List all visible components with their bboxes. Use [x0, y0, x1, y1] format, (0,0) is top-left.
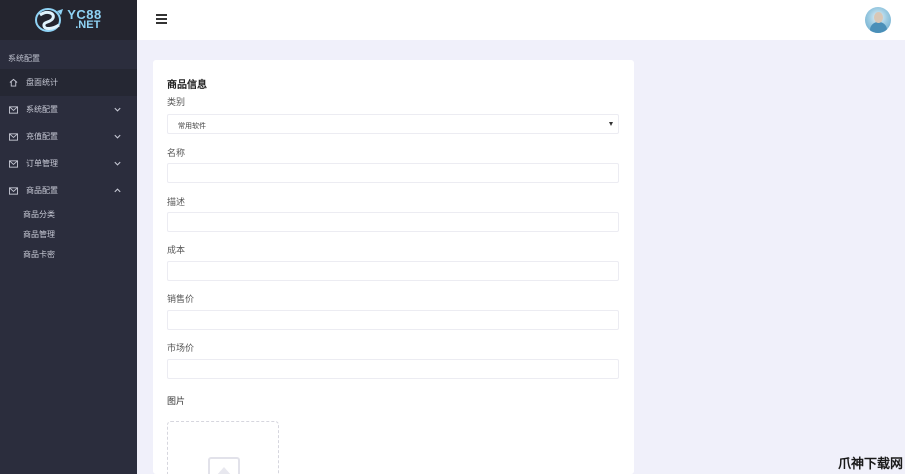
top-bar: [137, 0, 905, 40]
chevron-down-icon: [114, 134, 121, 139]
cost-label: 成本: [167, 246, 186, 256]
mail-icon: [8, 105, 18, 114]
mail-icon: [8, 159, 18, 168]
sidebar-item-order-management[interactable]: 订单管理: [0, 150, 137, 177]
caret-down-icon: [609, 122, 613, 126]
category-select-value: 常用软件: [178, 122, 206, 130]
brand-line2: .NET: [75, 19, 101, 31]
sidebar-item-product-config[interactable]: 商品配置: [0, 177, 137, 204]
sidebar-item-label: 商品配置: [26, 186, 58, 195]
sidebar-section-title: 系统配置: [8, 54, 40, 63]
sidebar-subitem-product-cards[interactable]: 商品卡密: [0, 244, 137, 264]
cost-input[interactable]: [167, 261, 619, 281]
description-input[interactable]: [167, 212, 619, 232]
image-placeholder-icon: [208, 457, 240, 474]
product-info-card: 商品信息 类别 常用软件 名称 描述 成本 销售价 市场价 图片: [153, 60, 634, 474]
chevron-up-icon: [114, 188, 121, 193]
sidebar-item-label: 订单管理: [26, 159, 58, 168]
sidebar-item-recharge-config[interactable]: 充值配置: [0, 123, 137, 150]
watermark: 爪神下载网: [837, 457, 903, 472]
card-title: 商品信息: [167, 80, 207, 91]
mail-icon: [8, 186, 18, 195]
chevron-down-icon: [114, 161, 121, 166]
sale-price-label: 销售价: [167, 295, 195, 305]
category-label: 类别: [167, 98, 186, 108]
market-price-label: 市场价: [167, 344, 195, 354]
sidebar-item-dashboard[interactable]: 盘面统计: [0, 69, 137, 96]
logo-area[interactable]: YC88 .NET: [0, 0, 137, 40]
sidebar-item-label: 盘面统计: [26, 78, 58, 87]
logo-icon: [35, 8, 64, 32]
chevron-down-icon: [114, 107, 121, 112]
description-label: 描述: [167, 198, 186, 208]
sidebar-subitem-product-category[interactable]: 商品分类: [0, 204, 137, 224]
sale-price-input[interactable]: [167, 310, 619, 330]
name-label: 名称: [167, 149, 186, 159]
mail-icon: [8, 132, 18, 141]
image-upload[interactable]: [167, 421, 279, 474]
sidebar: YC88 .NET 系统配置 盘面统计 系统配置 充值配置 订单管理 商品配置 …: [0, 0, 137, 474]
category-select[interactable]: 常用软件: [167, 114, 619, 134]
avatar[interactable]: [865, 7, 891, 33]
name-input[interactable]: [167, 163, 619, 183]
home-icon: [8, 78, 18, 87]
sidebar-subitem-product-management[interactable]: 商品管理: [0, 224, 137, 244]
sidebar-item-system-config[interactable]: 系统配置: [0, 96, 137, 123]
hamburger-icon[interactable]: [156, 14, 167, 24]
sidebar-item-label: 充值配置: [26, 132, 58, 141]
sidebar-item-label: 系统配置: [26, 105, 58, 114]
market-price-input[interactable]: [167, 359, 619, 379]
image-label: 图片: [167, 397, 186, 407]
brand-logo[interactable]: YC88 .NET: [35, 7, 102, 33]
